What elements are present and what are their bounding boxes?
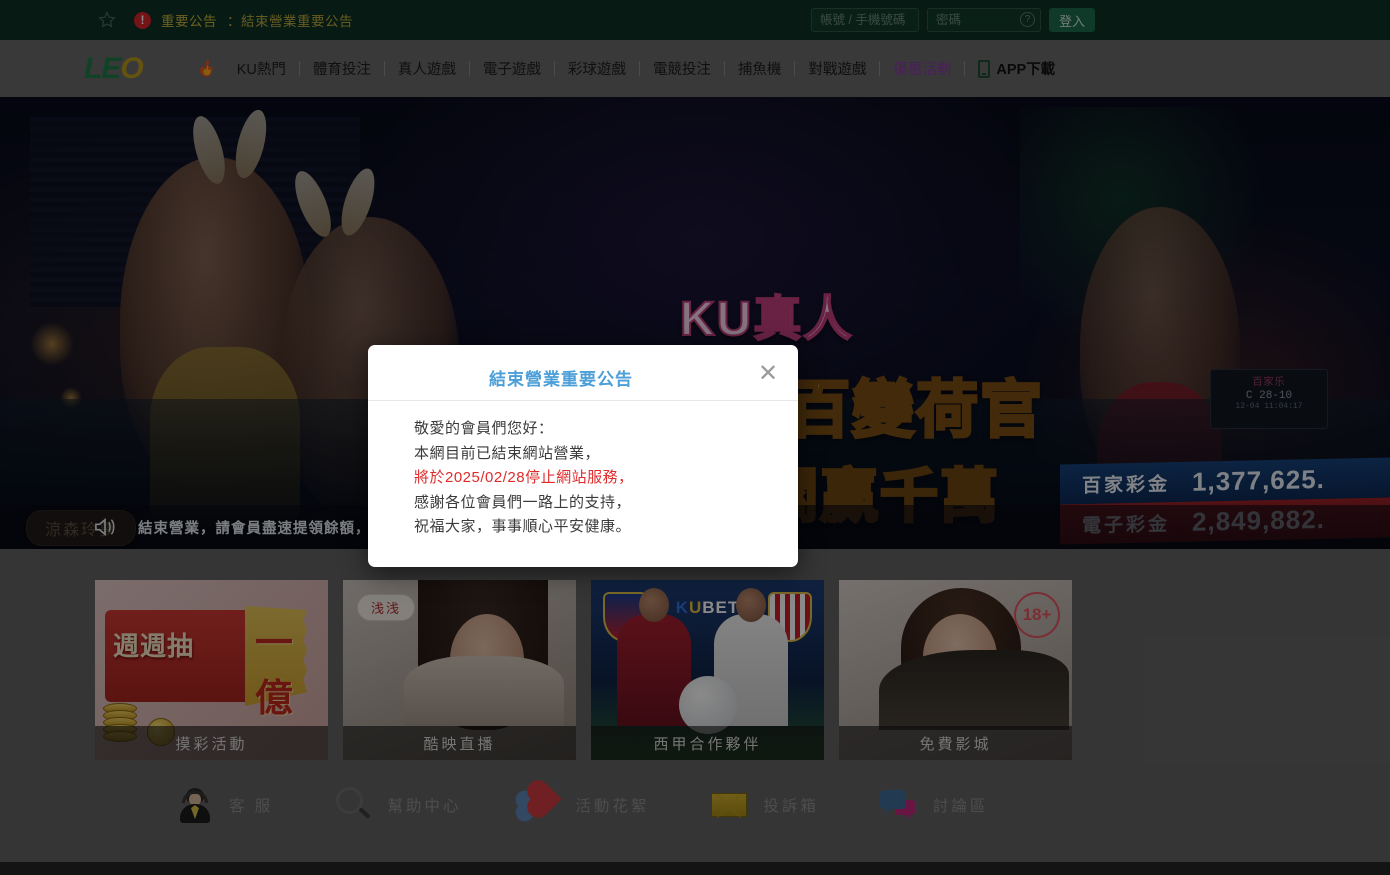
modal-line: 本網目前已結束網站營業， [414, 442, 798, 467]
modal-title: 結束營業重要公告 [368, 365, 798, 390]
modal-line-highlight: 將於2025/02/28停止網站服務， [414, 466, 798, 491]
modal-line: 祝福大家，事事順心平安健康。 [414, 515, 798, 540]
closure-announcement-modal: 結束營業重要公告 ✕ 敬愛的會員們您好： 本網目前已結束網站營業， 將於2025… [368, 345, 798, 567]
modal-header: 結束營業重要公告 ✕ [368, 345, 798, 401]
modal-line: 敬愛的會員們您好： [414, 417, 798, 442]
modal-line: 感謝各位會員們一路上的支持， [414, 491, 798, 516]
page-root: ! 重要公告 ： 結束營業重要公告 ? 登入 LEO KU熱門 體育投注 真人遊… [0, 0, 1390, 875]
close-x-icon[interactable]: ✕ [756, 363, 780, 387]
modal-body: 敬愛的會員們您好： 本網目前已結束網站營業， 將於2025/02/28停止網站服… [368, 401, 798, 540]
